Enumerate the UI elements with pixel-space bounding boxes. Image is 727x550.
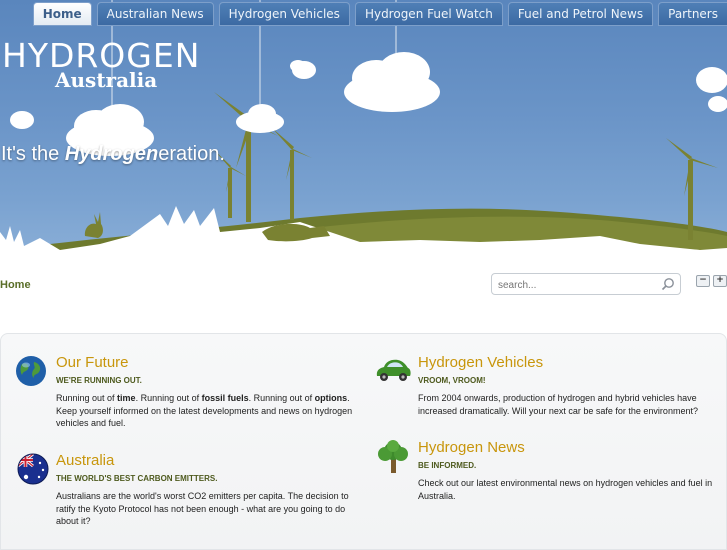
text-part: . Running out of bbox=[248, 393, 315, 403]
text-highlight: time bbox=[117, 393, 136, 403]
block-text: From 2004 onwards, production of hydroge… bbox=[418, 393, 698, 416]
content-panel: Our Future WE'RE RUNNING OUT. Running ou… bbox=[0, 333, 727, 550]
block-subtitle: WE'RE RUNNING OUT. bbox=[56, 376, 142, 385]
block-title[interactable]: Australia bbox=[56, 452, 114, 469]
nav-australian-news[interactable]: Australian News bbox=[96, 2, 214, 26]
tagline-suffix: eration. bbox=[158, 143, 225, 165]
block-australia: Australia THE WORLD'S BEST CARBON EMITTE… bbox=[16, 452, 356, 542]
main-navigation: Home Australian News Hydrogen Vehicles H… bbox=[32, 2, 727, 26]
breadcrumb: Home bbox=[0, 279, 31, 291]
text-highlight: fossil fuels bbox=[201, 393, 249, 403]
tagline-emphasis: Hydrogen bbox=[64, 143, 159, 165]
tagline: It's the Hydrogeneration. bbox=[1, 143, 225, 166]
breadcrumb-bar: Home − + bbox=[0, 265, 727, 325]
car-icon bbox=[376, 359, 411, 381]
block-text: Check out our latest environmental news … bbox=[418, 478, 713, 501]
search-input[interactable] bbox=[496, 276, 650, 294]
nav-home[interactable]: Home bbox=[32, 2, 92, 26]
block-title[interactable]: Hydrogen Vehicles bbox=[418, 354, 543, 371]
australia-flag-icon bbox=[17, 453, 49, 485]
block-hydrogen-news: Hydrogen News BE INFORMED. Check out our… bbox=[376, 439, 716, 519]
search-box bbox=[491, 273, 681, 295]
block-text: Australians are the world's worst CO2 em… bbox=[56, 491, 349, 526]
block-subtitle: THE WORLD'S BEST CARBON EMITTERS. bbox=[56, 474, 218, 483]
block-our-future: Our Future WE'RE RUNNING OUT. Running ou… bbox=[14, 354, 354, 434]
logo-subtitle: Australia bbox=[55, 68, 158, 92]
nav-partners[interactable]: Partners bbox=[658, 2, 727, 26]
nav-hydrogen-fuel-watch[interactable]: Hydrogen Fuel Watch bbox=[354, 2, 503, 26]
text-part: . Running out of bbox=[135, 393, 202, 403]
header-banner: Home Australian News Hydrogen Vehicles H… bbox=[0, 0, 727, 265]
globe-icon bbox=[16, 356, 46, 386]
nav-fuel-and-petrol-news[interactable]: Fuel and Petrol News bbox=[507, 2, 654, 26]
decrease-font-button[interactable]: − bbox=[696, 275, 710, 287]
text-highlight: options bbox=[314, 393, 348, 403]
tree-icon bbox=[378, 440, 408, 473]
increase-font-button[interactable]: + bbox=[713, 275, 727, 287]
search-icon[interactable] bbox=[661, 277, 675, 291]
tagline-prefix: It's the bbox=[1, 143, 65, 165]
breadcrumb-home[interactable]: Home bbox=[0, 279, 31, 291]
text-part: Running out of bbox=[56, 393, 118, 403]
block-title[interactable]: Our Future bbox=[56, 354, 129, 371]
block-subtitle: BE INFORMED. bbox=[418, 461, 477, 470]
block-subtitle: VROOM, VROOM! bbox=[418, 376, 486, 385]
block-hydrogen-vehicles: Hydrogen Vehicles VROOM, VROOM! From 200… bbox=[374, 354, 719, 434]
nav-hydrogen-vehicles[interactable]: Hydrogen Vehicles bbox=[218, 2, 350, 26]
block-text: Running out of time. Running out of foss… bbox=[56, 392, 356, 430]
block-title[interactable]: Hydrogen News bbox=[418, 439, 525, 456]
